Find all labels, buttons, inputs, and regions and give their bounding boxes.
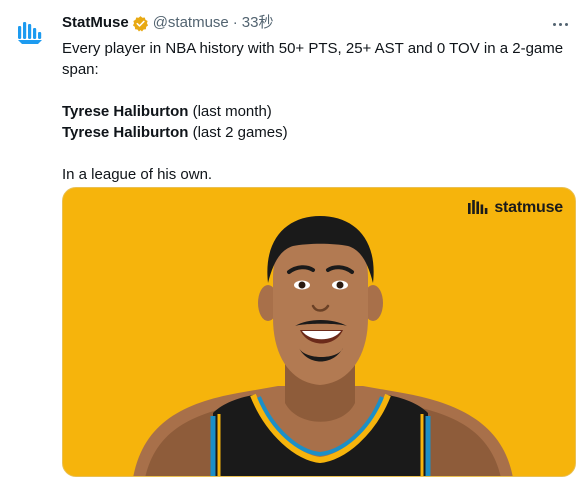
tweet-line-intro: Every player in NBA history with 50+ PTS… (62, 40, 564, 78)
tweet-media-image[interactable]: statmuse (62, 187, 576, 477)
tweet-text: Every player in NBA history with 50+ PTS… (62, 38, 572, 185)
player-name: Tyrese Haliburton (62, 103, 189, 120)
statmuse-logo-icon (18, 22, 42, 44)
more-options-icon[interactable] (549, 14, 571, 34)
tweet-line-entry-1: Tyrese Haliburton (last month) (62, 101, 572, 122)
tweet-line-entry-2: Tyrese Haliburton (last 2 games) (62, 122, 572, 143)
player-illustration (133, 216, 513, 476)
author-name[interactable]: StatMuse (62, 13, 129, 33)
verified-badge-icon[interactable] (132, 15, 149, 32)
statmuse-watermark: statmuse (467, 199, 563, 217)
author-handle[interactable]: @statmuse (153, 13, 229, 33)
tweet-line-closing: In a league of his own. (62, 166, 213, 183)
tweet-timestamp[interactable]: 33秒 (242, 13, 274, 33)
author-avatar[interactable] (12, 14, 48, 50)
player-name: Tyrese Haliburton (62, 124, 189, 141)
statmuse-wordmark: statmuse (494, 199, 563, 216)
statmuse-logo-icon (468, 200, 488, 214)
tweet-header: StatMuse @statmuse · 33秒 (62, 12, 565, 34)
entry-note: (last month) (188, 103, 272, 120)
header-separator: · (232, 14, 238, 31)
entry-note: (last 2 games) (188, 124, 288, 141)
